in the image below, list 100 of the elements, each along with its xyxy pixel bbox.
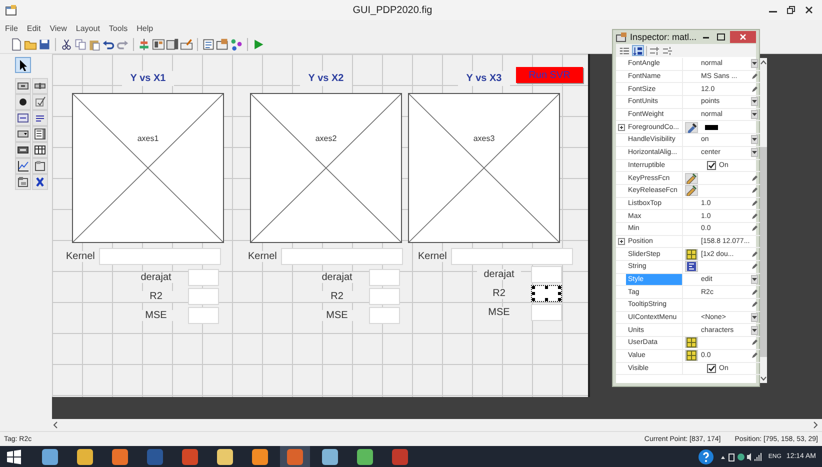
menu-editor-icon[interactable]	[152, 38, 165, 51]
edit-field[interactable]	[531, 285, 562, 302]
window-title: GUI_PDP2020.fig	[352, 4, 434, 16]
scrollbar-thumb[interactable]	[760, 147, 767, 357]
matrix-grid-button[interactable]	[684, 337, 698, 348]
palette-tool-button[interactable]	[15, 78, 31, 94]
expand-all-icon[interactable]	[649, 46, 660, 56]
palette-tool-button[interactable]	[32, 174, 48, 190]
palette-tool-button[interactable]	[15, 174, 31, 190]
kernel-label: Kernel	[66, 251, 95, 262]
start-icon[interactable]	[6, 448, 22, 464]
collapse-all-icon[interactable]	[662, 46, 673, 56]
inspector-icon[interactable]	[216, 38, 229, 51]
expand-icon[interactable]	[618, 124, 624, 131]
scroll-up-icon[interactable]	[760, 60, 767, 65]
menu-item[interactable]: Edit	[26, 24, 41, 32]
dropdown-button[interactable]	[751, 313, 758, 322]
new-file-icon[interactable]	[10, 38, 23, 51]
palette-tool-button[interactable]	[15, 142, 31, 158]
expand-icon[interactable]	[618, 238, 624, 245]
checkbox[interactable]	[707, 364, 716, 373]
sort-az-button[interactable]	[632, 45, 644, 56]
scroll-down-icon[interactable]	[760, 376, 767, 381]
palette-tool-button[interactable]	[32, 126, 48, 142]
matrix-grid-button[interactable]	[684, 350, 698, 362]
tick-mark-icon	[34, 96, 46, 108]
caret-icon	[752, 151, 758, 154]
close-icon[interactable]	[804, 5, 814, 15]
toggle-button-icon	[17, 144, 29, 156]
kernel-field[interactable]	[450, 248, 573, 265]
palette-tool-button[interactable]	[15, 94, 31, 110]
menu-item[interactable]: Help	[136, 24, 154, 32]
align-icon[interactable]	[138, 38, 151, 51]
matrix-grid-icon	[686, 248, 696, 260]
menu-item[interactable]: View	[50, 24, 67, 32]
scroll-left-icon[interactable]	[52, 421, 58, 429]
close-icon	[739, 33, 747, 41]
axes-placeholder[interactable]: axes3	[408, 93, 560, 243]
palette-tool-button[interactable]	[15, 126, 31, 142]
palette-tool-button[interactable]	[32, 142, 48, 158]
matrix-grid-button[interactable]	[684, 248, 698, 260]
object-browser-icon[interactable]	[230, 38, 243, 51]
palette-tool-button[interactable]	[15, 110, 31, 126]
tab-order-icon[interactable]	[166, 38, 179, 51]
toolbar-editor-icon[interactable]	[180, 38, 193, 51]
kernel-field[interactable]	[280, 248, 403, 265]
kernel-label: Kernel	[248, 251, 277, 262]
caret-icon	[752, 100, 758, 104]
inspector-icon	[616, 32, 627, 42]
vertical-scrollbar[interactable]	[760, 58, 767, 383]
close-button[interactable]	[730, 31, 756, 43]
categories-icon	[619, 46, 629, 56]
caret-icon	[752, 138, 758, 142]
run-icon[interactable]	[252, 38, 265, 51]
caret-icon	[752, 278, 758, 282]
categories-button[interactable]	[618, 45, 630, 56]
paste-icon[interactable]	[88, 38, 101, 51]
push-button-icon	[17, 80, 29, 92]
dropdown-button[interactable]	[751, 275, 758, 284]
dropdown-button[interactable]	[751, 110, 758, 120]
save-icon[interactable]	[38, 38, 51, 51]
folder-icon[interactable]	[24, 38, 37, 51]
caret-icon	[752, 316, 758, 320]
dropdown-button[interactable]	[751, 97, 758, 106]
check-icon	[708, 364, 715, 372]
matrix-grid-icon	[686, 350, 696, 362]
plot-title: Y vs X2	[300, 71, 352, 86]
kernel-label: Kernel	[418, 251, 447, 262]
palette-tool-button[interactable]	[32, 78, 48, 94]
undo-icon[interactable]	[102, 38, 115, 51]
palette-tool-button[interactable]	[15, 57, 31, 73]
palette-tool-button[interactable]	[32, 158, 48, 174]
palette-tool-button[interactable]	[15, 158, 31, 174]
editor-icon[interactable]	[202, 38, 215, 51]
color-picker-icon	[686, 122, 696, 133]
dropdown-button[interactable]	[751, 135, 758, 144]
dropdown-button[interactable]	[751, 326, 758, 335]
kernel-field[interactable]	[98, 248, 221, 265]
checkbox[interactable]	[707, 160, 716, 170]
restore-icon[interactable]	[786, 5, 796, 15]
maximize-icon[interactable]	[716, 32, 726, 42]
help-icon[interactable]	[698, 448, 714, 464]
dropdown-button[interactable]	[751, 59, 758, 68]
tray-icons[interactable]	[719, 452, 764, 462]
slider-icon	[34, 80, 46, 92]
scissors-icon[interactable]	[60, 38, 73, 51]
axes-placeholder[interactable]: axes1	[72, 93, 224, 243]
scroll-right-icon[interactable]	[813, 421, 819, 429]
panel-icon	[34, 160, 46, 172]
menu-item[interactable]: Layout	[76, 24, 100, 32]
palette-tool-button[interactable]	[32, 110, 48, 126]
string-editor-button[interactable]	[684, 261, 698, 272]
color-picker-button[interactable]	[684, 122, 698, 133]
axes-placeholder[interactable]: axes2	[250, 93, 402, 243]
plot-title: Y vs X1	[122, 71, 174, 86]
dropdown-button[interactable]	[751, 148, 758, 158]
figure-icon	[5, 4, 17, 16]
sort-az-icon	[633, 46, 643, 56]
menu-item[interactable]: Tools	[108, 24, 128, 32]
menu-item[interactable]: File	[5, 24, 18, 32]
